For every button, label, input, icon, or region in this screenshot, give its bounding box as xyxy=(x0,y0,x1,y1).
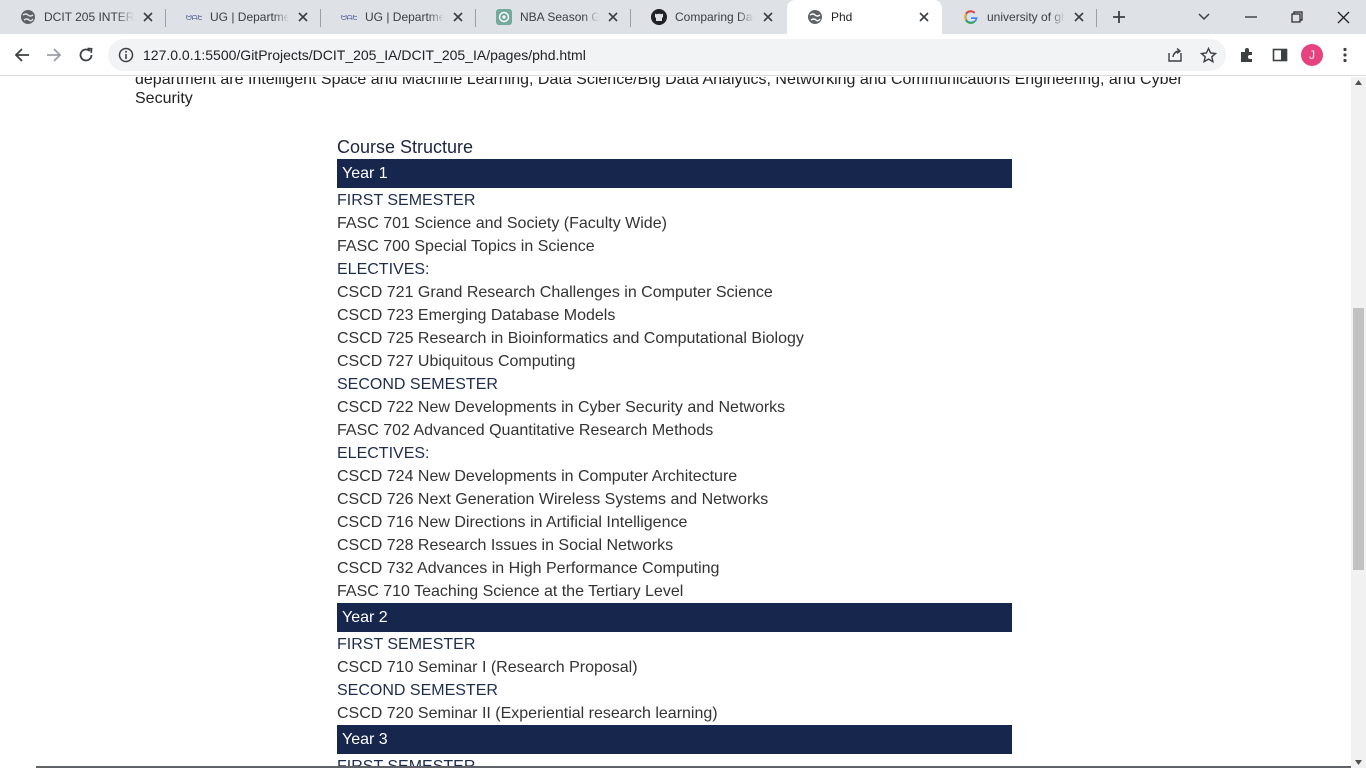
puzzle-icon xyxy=(1241,48,1252,62)
tab-nba-season[interactable]: NBA Season Game xyxy=(476,0,631,34)
vertical-scrollbar[interactable] xyxy=(1351,77,1366,768)
side-panel-icon xyxy=(1272,48,1288,62)
share-icon[interactable] xyxy=(1166,46,1184,64)
course-item: CSCD 724 New Developments in Computer Ar… xyxy=(337,468,738,485)
course-item: FASC 710 Teaching Science at the Tertiar… xyxy=(337,583,684,600)
year-header: Year 3 xyxy=(337,725,1012,754)
course-item: CSCD 727 Ubiquitous Computing xyxy=(337,353,576,370)
tab-title: UG | Department xyxy=(365,10,444,24)
tab-ug-department-1[interactable]: ᗢᗩᗢ UG | Department xyxy=(166,0,321,34)
tab-comparing[interactable]: Comparing Daquan xyxy=(631,0,786,34)
semester-heading: SECOND SEMESTER xyxy=(337,682,498,699)
course-item: CSCD 726 Next Generation Wireless System… xyxy=(337,491,769,508)
close-window-button[interactable] xyxy=(1329,4,1357,30)
course-structure: Course Structure Year 1 FIRST SEMESTER FAS… xyxy=(337,135,1012,768)
url-text[interactable]: 127.0.0.1:5500/GitProjects/DCIT_205_IA/D… xyxy=(143,47,586,63)
course-item: CSCD 721 Grand Research Challenges in Co… xyxy=(337,284,773,301)
course-item: FASC 701 Science and Society (Faculty Wi… xyxy=(337,215,667,232)
minimize-button[interactable] xyxy=(1237,4,1265,30)
tab-title: Comparing Daquan xyxy=(675,10,754,24)
close-icon xyxy=(1337,11,1349,23)
year-header: Year 2 xyxy=(337,603,1012,632)
tab-separator xyxy=(1096,9,1097,27)
course-structure-heading: Course Structure xyxy=(337,137,474,157)
back-button[interactable] xyxy=(7,40,37,70)
forward-button[interactable] xyxy=(39,40,69,70)
globe-icon xyxy=(807,9,823,25)
ug-logo-icon: ᗢᗩᗢ xyxy=(341,9,357,25)
svg-text:ᗢᗩᗢ: ᗢᗩᗢ xyxy=(341,14,357,22)
globe-icon xyxy=(20,9,36,25)
close-tab-icon[interactable] xyxy=(760,9,776,25)
semester-heading: FIRST SEMESTER xyxy=(337,192,476,209)
google-icon xyxy=(963,9,979,25)
course-item: FASC 700 Special Topics in Science xyxy=(337,238,595,255)
restore-button[interactable] xyxy=(1283,4,1311,30)
scrollbar-thumb[interactable] xyxy=(1353,308,1364,570)
tab-phd-active[interactable]: Phd xyxy=(787,0,942,34)
course-item: CSCD 723 Emerging Database Models xyxy=(337,307,616,324)
tab-strip: DCIT 205 INTERIM ᗢᗩᗢ UG | Department ᗢᗩᗢ… xyxy=(0,0,1366,34)
minimize-icon xyxy=(1245,16,1257,18)
tab-google-search[interactable]: university of ghana xyxy=(943,0,1097,34)
profile-avatar[interactable]: J xyxy=(1301,44,1323,66)
semester-heading: SECOND SEMESTER xyxy=(337,376,498,393)
scroll-up-arrow-icon[interactable] xyxy=(1354,79,1363,87)
new-tab-button[interactable] xyxy=(1105,4,1133,30)
reload-button[interactable] xyxy=(71,40,101,70)
close-tab-icon[interactable] xyxy=(140,9,156,25)
address-bar[interactable]: 127.0.0.1:5500/GitProjects/DCIT_205_IA/D… xyxy=(108,39,1226,71)
browser-toolbar: 127.0.0.1:5500/GitProjects/DCIT_205_IA/D… xyxy=(0,34,1366,76)
semester-heading: ELECTIVES: xyxy=(337,261,430,278)
github-icon xyxy=(651,9,667,25)
close-tab-icon[interactable] xyxy=(605,9,621,25)
close-tab-icon[interactable] xyxy=(450,9,466,25)
tab-dcit-205[interactable]: DCIT 205 INTERIM xyxy=(0,0,166,34)
years-list: Year 1 FIRST SEMESTER FASC 701 Science and… xyxy=(337,159,1012,768)
course-item: CSCD 725 Research in Bioinformatics and … xyxy=(337,330,804,347)
site-info-icon[interactable] xyxy=(118,47,134,63)
course-item: CSCD 722 New Developments in Cyber Secur… xyxy=(337,399,786,416)
course-item: CSCD 720 Seminar II (Experiential resear… xyxy=(337,705,718,722)
tab-title: UG | Department xyxy=(210,10,289,24)
course-item: FASC 702 Advanced Quantitative Research … xyxy=(337,422,714,439)
close-tab-icon[interactable] xyxy=(916,9,932,25)
tab-title: NBA Season Game xyxy=(520,10,599,24)
course-item: CSCD 710 Seminar I (Research Proposal) xyxy=(337,659,638,676)
tab-title: Phd xyxy=(831,10,853,24)
chevron-down-icon xyxy=(1198,13,1210,21)
arrow-right-icon xyxy=(47,48,62,62)
close-tab-icon[interactable] xyxy=(1071,9,1087,25)
ug-logo-icon: ᗢᗩᗢ xyxy=(186,9,202,25)
restore-icon xyxy=(1291,11,1303,23)
scroll-down-arrow-icon[interactable] xyxy=(1354,758,1363,766)
menu-button[interactable] xyxy=(1330,40,1360,70)
page-viewport: department are Intelligent Space and Mac… xyxy=(0,77,1351,768)
tab-search-button[interactable] xyxy=(1190,4,1218,30)
semester-heading: FIRST SEMESTER xyxy=(337,636,476,653)
course-item: CSCD 716 New Directions in Artificial In… xyxy=(337,514,688,531)
close-tab-icon[interactable] xyxy=(295,9,311,25)
bookmark-star-icon[interactable] xyxy=(1199,46,1217,64)
svg-text:ᗢᗩᗢ: ᗢᗩᗢ xyxy=(186,14,202,22)
reload-icon xyxy=(79,47,93,62)
course-item: CSCD 732 Advances in High Performance Co… xyxy=(337,560,720,577)
year-header: Year 1 xyxy=(337,159,1012,188)
tab-ug-department-2[interactable]: ᗢᗩᗢ UG | Department xyxy=(321,0,476,34)
extensions-button[interactable] xyxy=(1232,40,1262,70)
semester-heading: ELECTIVES: xyxy=(337,445,430,462)
arrow-left-icon xyxy=(14,48,29,62)
intro-paragraph: department are Intelligent Space and Mac… xyxy=(135,77,1183,107)
tab-title: university of ghana xyxy=(987,10,1065,24)
chatgpt-icon xyxy=(496,9,512,25)
tab-title: DCIT 205 INTERIM xyxy=(44,10,134,24)
kebab-menu-icon xyxy=(1343,47,1347,63)
course-item: CSCD 728 Research Issues in Social Netwo… xyxy=(337,537,674,554)
side-panel-button[interactable] xyxy=(1265,40,1295,70)
plus-icon xyxy=(1113,11,1125,23)
